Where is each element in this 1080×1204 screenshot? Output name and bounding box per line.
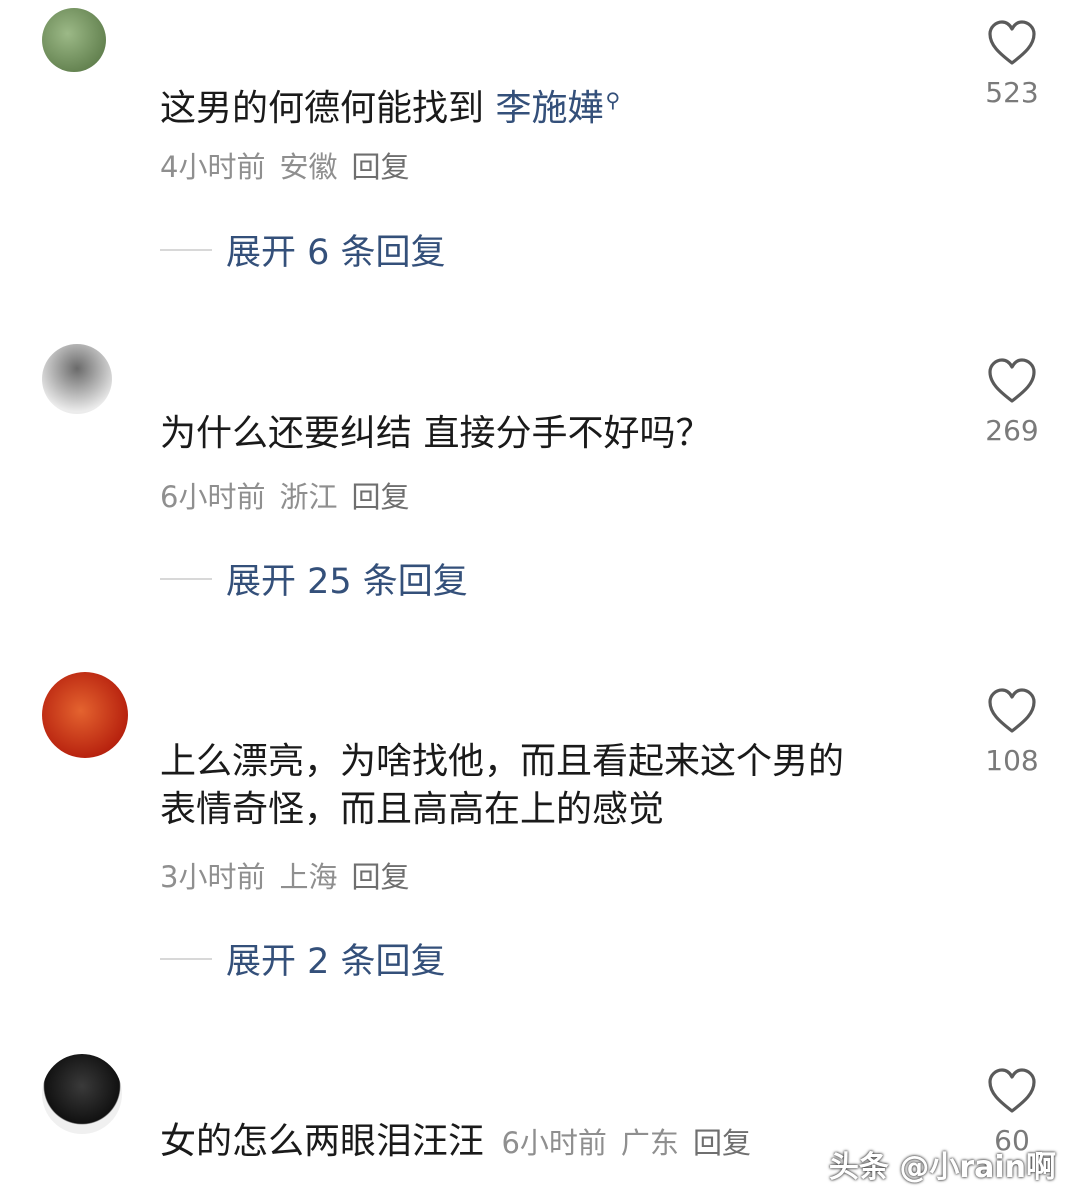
- expand-replies-label: 展开 25 条回复: [226, 562, 468, 602]
- like-count: 523: [985, 76, 1039, 109]
- reply-button[interactable]: 回复: [351, 150, 409, 184]
- like-count: 108: [985, 744, 1039, 777]
- reply-button[interactable]: 回复: [693, 1126, 751, 1160]
- divider: [160, 957, 212, 960]
- comment-meta: 6小时前 浙江 回复: [160, 474, 423, 516]
- comment-meta: 3小时前 上海 回复: [160, 854, 423, 896]
- comment-region: 广东: [620, 1126, 679, 1160]
- comment-text: 女的怎么两眼泪汪汪 6小时前 广东 回复: [160, 1118, 920, 1167]
- comment-time: 3小时前: [160, 860, 266, 894]
- comment-meta: 4小时前 安徽 回复: [160, 144, 423, 186]
- comment-meta: 6小时前 广东 回复: [501, 1126, 764, 1160]
- search-icon: ⚲: [605, 88, 621, 112]
- comment-time: 6小时前: [160, 480, 266, 514]
- comment-region: 浙江: [279, 480, 338, 514]
- heart-outline-icon: [988, 1068, 1036, 1113]
- mention-link[interactable]: 李施嬅: [495, 88, 603, 129]
- divider: [160, 577, 212, 580]
- watermark: 头条 @小rain啊: [828, 1150, 1056, 1185]
- comment-text-main: 女的怎么两眼泪汪汪: [160, 1121, 485, 1162]
- expand-replies-button[interactable]: 展开 25 条回复: [160, 553, 468, 604]
- comment-text-line: 上么漂亮，为啥找他，而且看起来这个男的: [160, 741, 845, 782]
- like-button[interactable]: 523: [980, 20, 1044, 109]
- comment-text: 为什么还要纠结 直接分手不好吗？: [160, 413, 712, 454]
- like-count: 269: [985, 414, 1039, 447]
- comment-text: 上么漂亮，为啥找他，而且看起来这个男的 表情奇怪，而且高高在上的感觉: [160, 738, 920, 834]
- expand-replies-label: 展开 6 条回复: [226, 233, 446, 273]
- comment-region: 上海: [279, 860, 338, 894]
- expand-replies-label: 展开 2 条回复: [226, 942, 446, 982]
- avatar[interactable]: [42, 344, 112, 414]
- comment-time: 6小时前: [501, 1126, 607, 1160]
- avatar[interactable]: [42, 672, 128, 758]
- comment-region: 安徽: [279, 150, 338, 184]
- reply-button[interactable]: 回复: [351, 480, 409, 514]
- heart-outline-icon: [988, 358, 1036, 403]
- comment-text-main: 这男的何德何能找到: [160, 88, 496, 129]
- like-button[interactable]: 108: [980, 688, 1044, 777]
- expand-replies-button[interactable]: 展开 2 条回复: [160, 933, 446, 984]
- divider: [160, 248, 212, 251]
- comment-text-line: 表情奇怪，而且高高在上的感觉: [160, 789, 665, 830]
- like-button[interactable]: 269: [980, 358, 1044, 447]
- reply-button[interactable]: 回复: [351, 860, 409, 894]
- heart-outline-icon: [988, 20, 1036, 65]
- avatar[interactable]: [42, 1054, 122, 1134]
- expand-replies-button[interactable]: 展开 6 条回复: [160, 224, 446, 275]
- comment-time: 4小时前: [160, 150, 266, 184]
- avatar[interactable]: [42, 8, 106, 72]
- heart-outline-icon: [988, 688, 1036, 733]
- comment-text: 这男的何德何能找到 李施嬅 ⚲: [160, 76, 920, 133]
